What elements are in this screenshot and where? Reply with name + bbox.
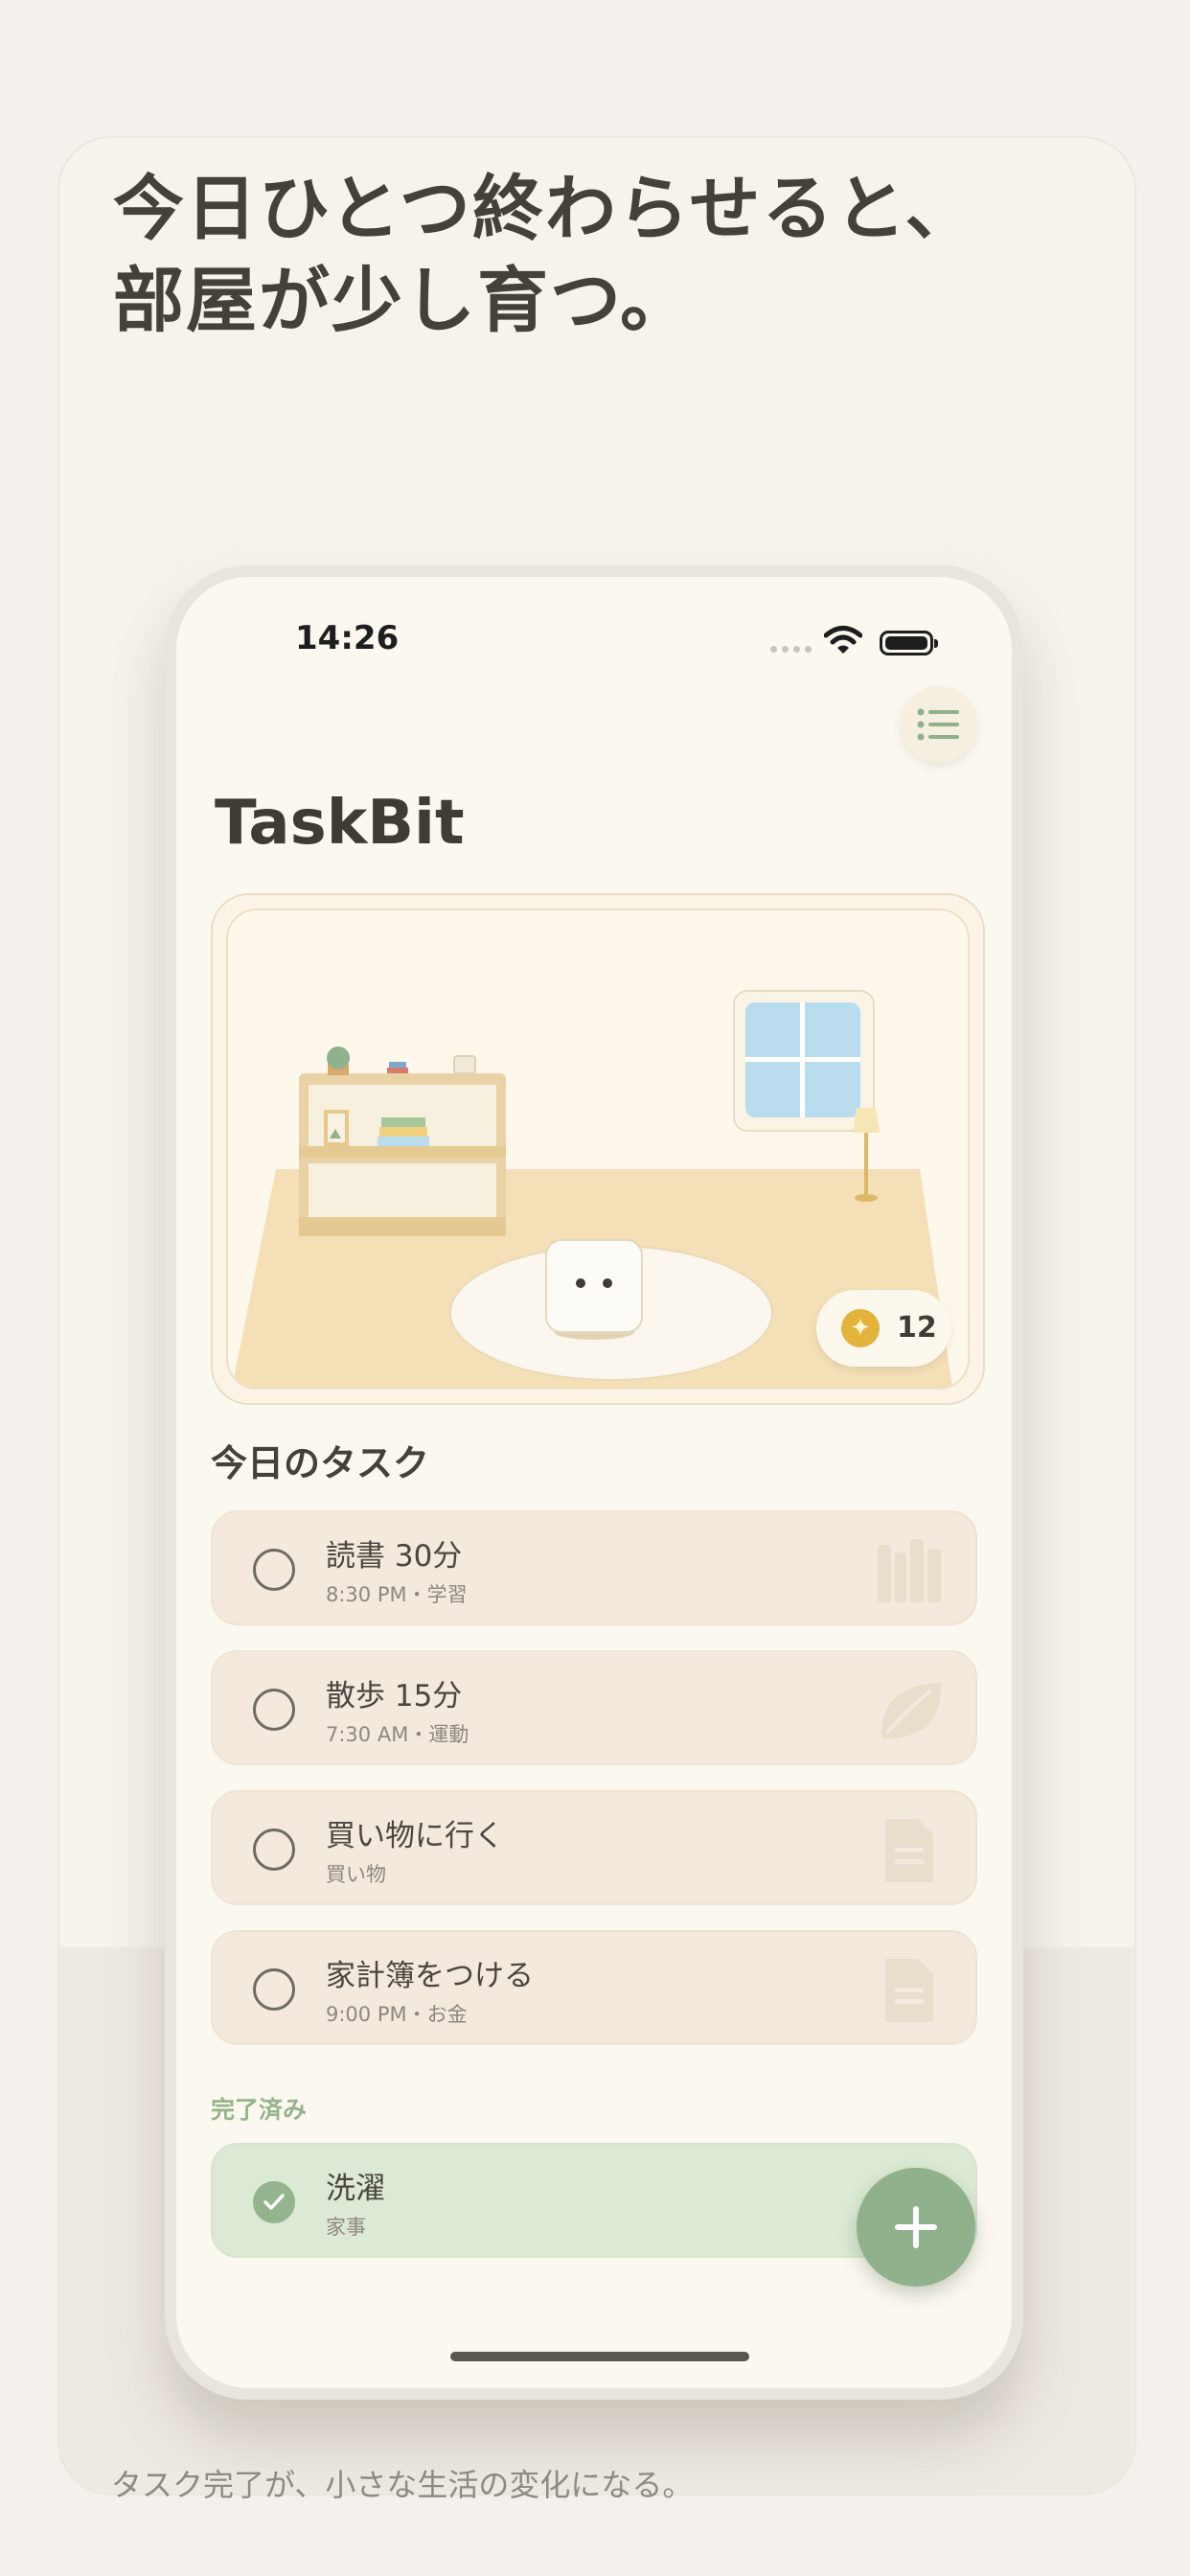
leaf-icon [881,1683,942,1739]
headline-line-2: 部屋が少し育つ。 [113,260,694,342]
signal-icon [770,646,812,654]
coin-counter[interactable]: ✦ 12 [816,1290,950,1367]
task-checkbox-checked[interactable] [253,2181,295,2223]
task-title: 散歩 15分 [326,1679,463,1714]
caption: タスク完了が、小さな生活の変化になる。 [111,2467,694,2503]
task-title: 家計簿をつける [326,1959,534,1993]
task-title: 買い物に行く [326,1819,504,1853]
headline: 今日ひとつ終わらせると、 部屋が少し育つ。 [113,163,977,347]
task-row[interactable]: 家計簿をつける 9:00 PM・お金 [211,1930,977,2045]
list-icon [917,708,959,741]
task-meta: 9:00 PM・お金 [326,2003,468,2026]
home-indicator[interactable] [450,2352,749,2361]
room-character [545,1239,643,1340]
wifi-icon [824,626,862,654]
menu-button[interactable] [901,686,977,763]
task-row[interactable]: 散歩 15分 7:30 AM・運動 [211,1650,977,1765]
task-checkbox[interactable] [253,1549,295,1591]
app-title: TaskBit [215,788,465,859]
task-title: 読書 30分 [326,1539,463,1574]
books-icon [878,1539,941,1602]
task-meta: 買い物 [326,1863,386,1886]
document-icon [885,1819,933,1882]
task-checkbox[interactable] [253,1968,295,2011]
checkmark-icon [263,2194,285,2210]
plus-icon [895,2206,937,2248]
bookshelf [299,1046,506,1236]
status-time: 14:26 [295,619,400,657]
coin-count: 12 [897,1311,937,1345]
task-checkbox[interactable] [253,1689,295,1731]
task-meta: 8:30 PM・学習 [326,1583,468,1606]
headline-line-1: 今日ひとつ終わらせると、 [113,168,978,250]
add-task-button[interactable] [857,2168,975,2287]
phone-frame: 14:26 TaskBit ✦ 12 今日のタスク 読書 30分 8:30 PM… [165,565,1023,2400]
completed-section-title: 完了済み [211,2096,308,2124]
task-row[interactable]: 買い物に行く 買い物 [211,1790,977,1905]
task-title: 洗濯 [326,2172,385,2206]
task-row[interactable]: 読書 30分 8:30 PM・学習 [211,1510,977,1625]
app-screen: 14:26 TaskBit ✦ 12 今日のタスク 読書 30分 8:30 PM… [176,577,1012,2388]
task-meta: 7:30 AM・運動 [326,1723,469,1746]
document-icon [885,1959,933,2022]
window [733,990,875,1132]
coin-icon: ✦ [841,1309,880,1347]
battery-icon [880,631,938,656]
room-view[interactable]: ✦ 12 [211,893,985,1405]
task-checkbox[interactable] [253,1828,295,1871]
today-section-title: 今日のタスク [211,1442,430,1484]
task-meta: 家事 [326,2216,366,2239]
